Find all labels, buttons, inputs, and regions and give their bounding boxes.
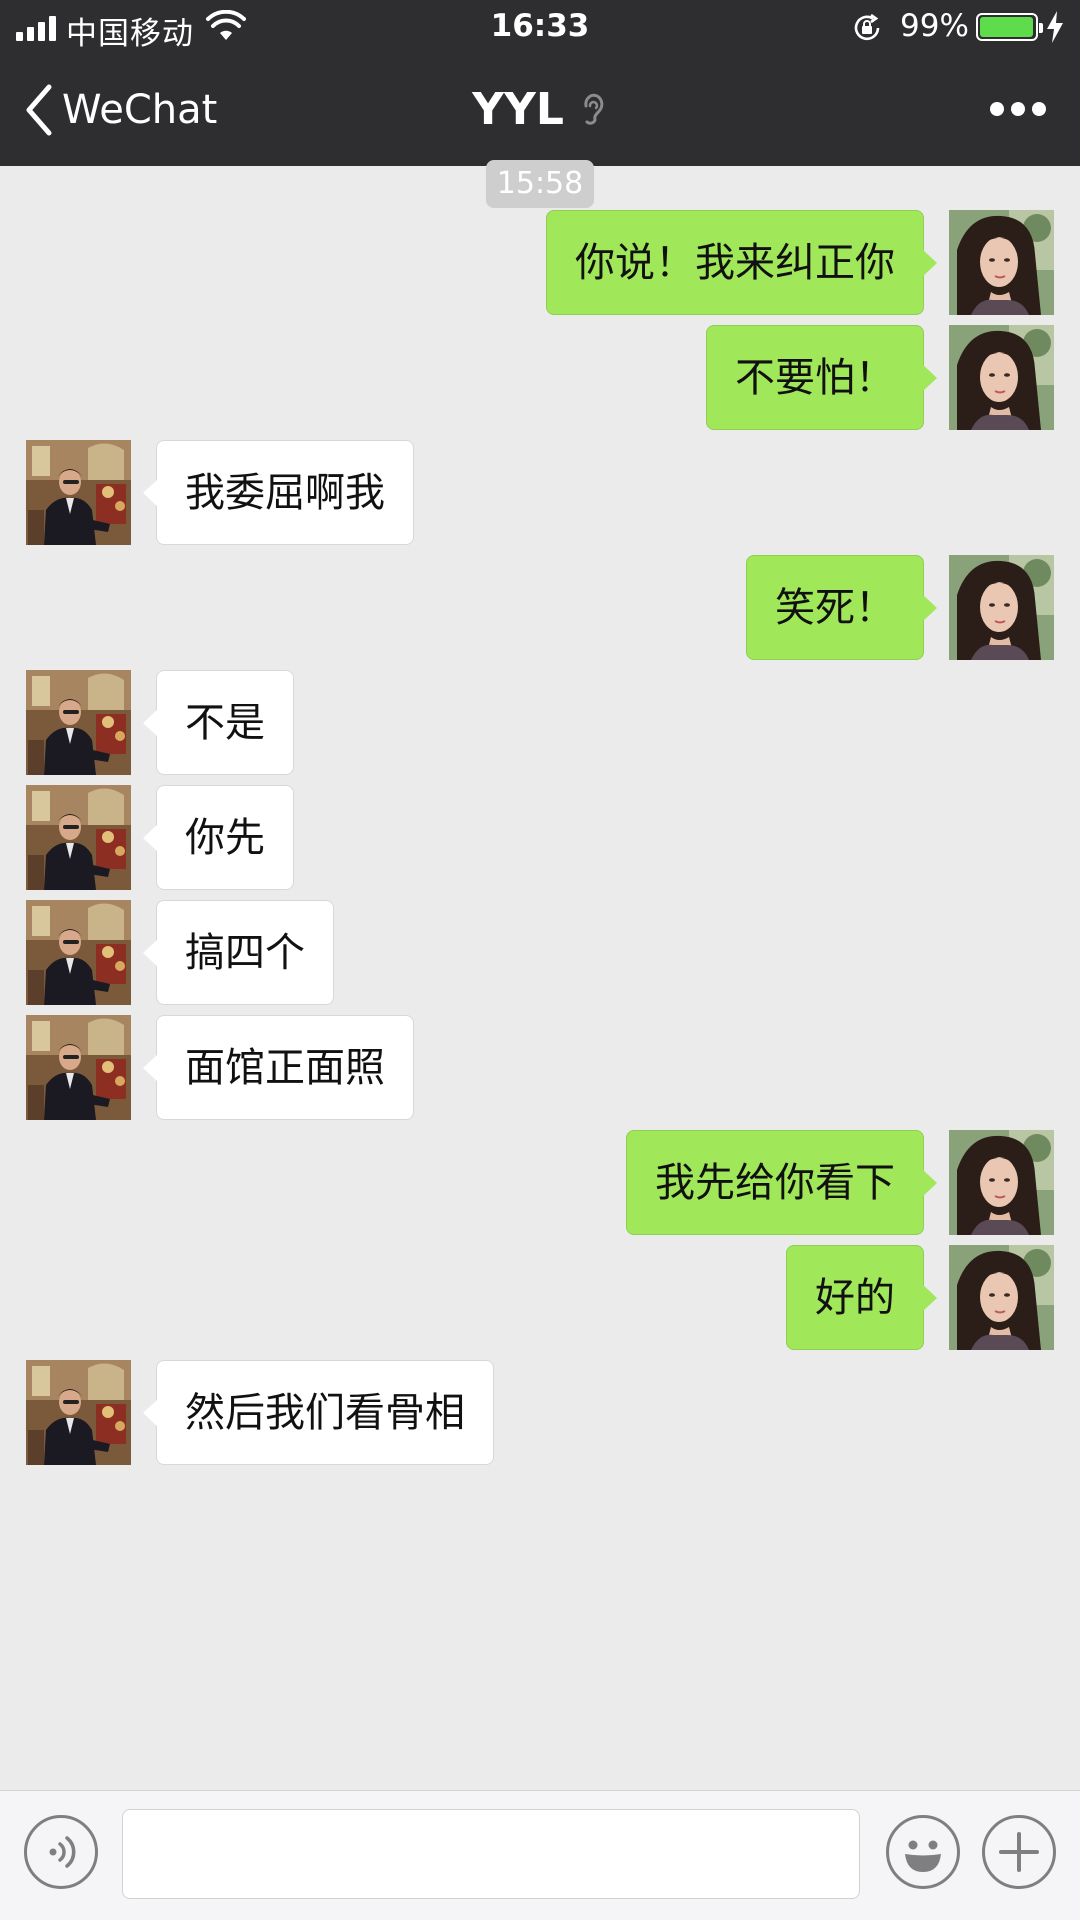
message-list[interactable]: 你说！我来纠正你 不要怕！ 我委屈啊我笑死！ 不是 你先 搞四个 面馆正面照我先给你看下 好的…	[0, 210, 1080, 1790]
outgoing-message-row: 笑死！	[0, 555, 1080, 660]
contact-avatar[interactable]	[26, 670, 131, 775]
contact-avatar[interactable]	[26, 1015, 131, 1120]
outgoing-message-row: 不要怕！	[0, 325, 1080, 430]
wechat-chat-screen: 中国移动 16:33 99% WeChat YYL 15:58 你说！我来纠正你…	[0, 0, 1080, 1920]
incoming-message-bubble[interactable]: 面馆正面照	[143, 1015, 414, 1120]
outgoing-message-bubble[interactable]: 不要怕！	[706, 325, 937, 430]
incoming-message-row: 不是	[0, 670, 1080, 775]
incoming-message-bubble[interactable]: 不是	[143, 670, 294, 775]
emoji-icon	[905, 1840, 941, 1872]
contact-avatar[interactable]	[26, 900, 131, 1005]
voice-icon	[49, 1836, 76, 1868]
outgoing-message-bubble[interactable]: 好的	[786, 1245, 937, 1350]
plus-button[interactable]	[982, 1815, 1056, 1889]
incoming-message-bubble[interactable]: 然后我们看骨相	[143, 1360, 494, 1465]
incoming-message-row: 我委屈啊我	[0, 440, 1080, 545]
incoming-message-bubble[interactable]: 我委屈啊我	[143, 440, 414, 545]
contact-avatar[interactable]	[26, 440, 131, 545]
contact-name: YYL	[472, 84, 564, 135]
my-avatar[interactable]	[949, 210, 1054, 315]
ear-icon	[584, 93, 604, 125]
contact-avatar[interactable]	[26, 1360, 131, 1465]
nav-bar: WeChat YYL	[0, 54, 1080, 166]
outgoing-message-row: 好的	[0, 1245, 1080, 1350]
battery-fill	[980, 17, 1034, 37]
outgoing-message-bubble[interactable]: 笑死！	[746, 555, 937, 660]
incoming-message-bubble[interactable]: 搞四个	[143, 900, 334, 1005]
incoming-message-row: 搞四个	[0, 900, 1080, 1005]
header: 中国移动 16:33 99% WeChat YYL	[0, 0, 1080, 166]
my-avatar[interactable]	[949, 1245, 1054, 1350]
input-bar	[0, 1790, 1080, 1920]
contact-avatar[interactable]	[26, 785, 131, 890]
timestamp-chip: 15:58	[486, 160, 594, 208]
charging-icon	[1047, 11, 1063, 43]
outgoing-message-row: 你说！我来纠正你	[0, 210, 1080, 315]
my-avatar[interactable]	[949, 1130, 1054, 1235]
outgoing-message-bubble[interactable]: 你说！我来纠正你	[546, 210, 937, 315]
message-input[interactable]	[122, 1809, 860, 1899]
my-avatar[interactable]	[949, 555, 1054, 660]
status-bar: 中国移动 16:33 99%	[0, 0, 1080, 54]
incoming-message-row: 然后我们看骨相	[0, 1360, 1080, 1465]
plus-icon	[999, 1832, 1039, 1872]
chat-title: YYL	[0, 84, 1080, 135]
battery-icon	[976, 13, 1043, 41]
my-avatar[interactable]	[949, 325, 1054, 430]
incoming-message-bubble[interactable]: 你先	[143, 785, 294, 890]
emoji-button[interactable]	[886, 1815, 960, 1889]
more-dots-icon[interactable]	[990, 102, 1046, 118]
outgoing-message-row: 我先给你看下	[0, 1130, 1080, 1235]
incoming-message-row: 你先	[0, 785, 1080, 890]
rotation-lock-icon	[854, 13, 880, 41]
incoming-message-row: 面馆正面照	[0, 1015, 1080, 1120]
outgoing-message-bubble[interactable]: 我先给你看下	[626, 1130, 937, 1235]
battery-percent: 99%	[900, 8, 969, 44]
voice-button[interactable]	[24, 1815, 98, 1889]
